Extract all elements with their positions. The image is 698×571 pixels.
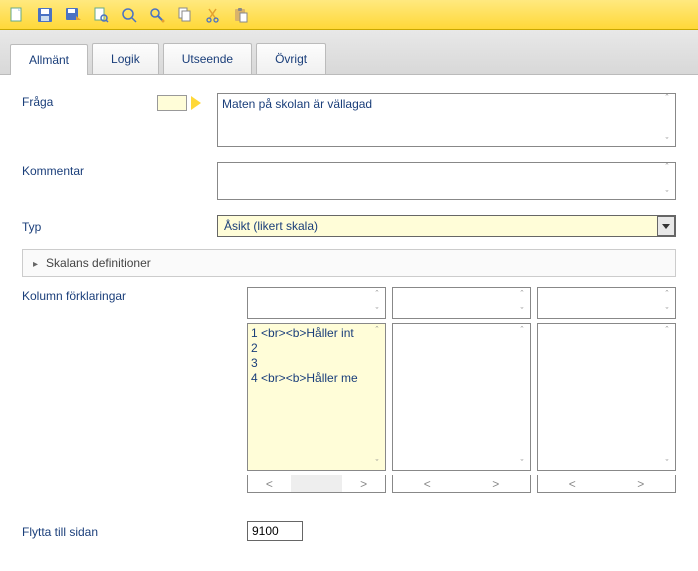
col2-head[interactable]: ˆˇ: [392, 287, 531, 319]
scroll-left-icon[interactable]: <: [248, 475, 291, 492]
color-swatch-wrap: [157, 93, 217, 111]
tab-content: Fråga ˆ ˇ Kommentar ˆ ˇ Typ Åsikt: [0, 75, 698, 571]
tab-label: Allmänt: [29, 53, 69, 67]
label-kommentar: Kommentar: [22, 162, 157, 178]
col1-head[interactable]: ˆˇ: [247, 287, 386, 319]
col3-body[interactable]: ˆˇ: [537, 323, 676, 471]
typ-select[interactable]: Åsikt (likert skala): [217, 215, 676, 237]
scroll-up-icon[interactable]: ˆ: [371, 290, 383, 299]
scroll-down-icon[interactable]: ˇ: [516, 459, 528, 468]
label-typ: Typ: [22, 218, 157, 234]
tab-label: Logik: [111, 52, 140, 66]
accordion-label: Skalans definitioner: [46, 256, 151, 270]
tab-label: Utseende: [182, 52, 233, 66]
row-typ: Typ Åsikt (likert skala): [22, 215, 676, 237]
scroll-up-icon[interactable]: ˆ: [661, 290, 673, 299]
col1-line: 3: [251, 356, 371, 371]
scroll-right-icon[interactable]: >: [462, 475, 531, 492]
scroll-down-icon[interactable]: ˇ: [659, 137, 675, 146]
col1-body[interactable]: 1 <br><b>Håller int 2 3 4 <br><b>Håller …: [247, 323, 386, 471]
paste-icon[interactable]: [228, 3, 254, 27]
arrow-right-icon: [191, 96, 201, 110]
col1-line: 4 <br><b>Håller me: [251, 371, 371, 386]
scroll-up-icon[interactable]: ˆ: [659, 163, 675, 172]
col2-hscroll[interactable]: < >: [392, 475, 531, 493]
scroll-down-icon[interactable]: ˇ: [516, 307, 528, 316]
page-find-icon[interactable]: [88, 3, 114, 27]
tab-label: Övrigt: [275, 52, 307, 66]
tab-utseende[interactable]: Utseende: [163, 43, 252, 74]
toolbar: [0, 0, 698, 30]
tab-allmant[interactable]: Allmänt: [10, 44, 88, 75]
color-swatch[interactable]: [157, 95, 187, 111]
col1-hscroll[interactable]: < >: [247, 475, 386, 493]
save-icon[interactable]: [32, 3, 58, 27]
col1-line: 1 <br><b>Håller int: [251, 326, 371, 341]
scroll-up-icon[interactable]: ˆ: [371, 326, 383, 335]
label-flytta: Flytta till sidan: [22, 523, 157, 539]
column-3: ˆˇ ˆˇ < >: [537, 287, 676, 493]
scroll-left-icon[interactable]: <: [538, 475, 607, 492]
scroll-down-icon[interactable]: ˇ: [661, 459, 673, 468]
col1-line: 2: [251, 341, 371, 356]
wrench-icon[interactable]: [144, 3, 170, 27]
scroll-track[interactable]: [291, 475, 342, 492]
tab-logik[interactable]: Logik: [92, 43, 159, 74]
tab-ovrigt[interactable]: Övrigt: [256, 43, 326, 74]
scroll-right-icon[interactable]: >: [342, 475, 385, 492]
scroll-down-icon[interactable]: ˇ: [371, 459, 383, 468]
scroll-up-icon[interactable]: ˆ: [659, 94, 675, 103]
kommentar-scroll: ˆ ˇ: [659, 163, 675, 199]
scroll-up-icon[interactable]: ˆ: [661, 326, 673, 335]
scroll-down-icon[interactable]: ˇ: [659, 190, 675, 199]
scroll-left-icon[interactable]: <: [393, 475, 462, 492]
row-flytta: Flytta till sidan: [22, 521, 676, 541]
zoom-icon[interactable]: [116, 3, 142, 27]
typ-selected-value: Åsikt (likert skala): [218, 219, 675, 233]
row-kommentar: Kommentar ˆ ˇ: [22, 162, 676, 203]
copy-icon[interactable]: [172, 3, 198, 27]
columns-wrap: ˆˇ 1 <br><b>Håller int 2 3 4 <br><b>Håll…: [247, 287, 676, 493]
fraga-textarea[interactable]: [217, 93, 676, 147]
kommentar-textarea[interactable]: [217, 162, 676, 200]
chevron-down-icon[interactable]: [657, 216, 675, 236]
kommentar-wrap: ˆ ˇ: [217, 162, 676, 203]
scroll-down-icon[interactable]: ˇ: [661, 307, 673, 316]
row-kolumn: Kolumn förklaringar ˆˇ 1 <br><b>Håller i…: [22, 287, 676, 493]
column-1: ˆˇ 1 <br><b>Håller int 2 3 4 <br><b>Håll…: [247, 287, 386, 493]
row-fraga: Fråga ˆ ˇ: [22, 93, 676, 150]
col2-body[interactable]: ˆˇ: [392, 323, 531, 471]
column-2: ˆˇ ˆˇ < >: [392, 287, 531, 493]
fraga-wrap: ˆ ˇ: [217, 93, 676, 150]
scroll-up-icon[interactable]: ˆ: [516, 326, 528, 335]
label-fraga: Fråga: [22, 93, 157, 109]
new-doc-icon[interactable]: [4, 3, 30, 27]
accordion-skalans-def[interactable]: Skalans definitioner: [22, 249, 676, 277]
label-kolumn: Kolumn förklaringar: [22, 287, 157, 303]
scroll-right-icon[interactable]: >: [607, 475, 676, 492]
col3-head[interactable]: ˆˇ: [537, 287, 676, 319]
chevron-right-icon: [33, 256, 38, 270]
fraga-scroll: ˆ ˇ: [659, 94, 675, 146]
col3-hscroll[interactable]: < >: [537, 475, 676, 493]
tab-strip: Allmänt Logik Utseende Övrigt: [0, 30, 698, 75]
scroll-down-icon[interactable]: ˇ: [371, 307, 383, 316]
cut-icon[interactable]: [200, 3, 226, 27]
scroll-up-icon[interactable]: ˆ: [516, 290, 528, 299]
save-as-icon[interactable]: [60, 3, 86, 27]
page-input[interactable]: [247, 521, 303, 541]
